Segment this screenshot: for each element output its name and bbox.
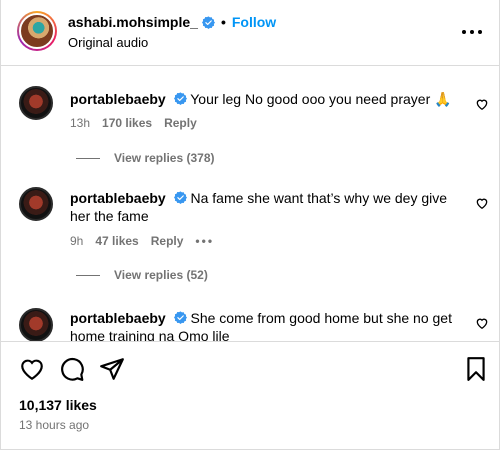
- comment-body: portablebaeby Na fame she want that’s wh…: [70, 189, 465, 225]
- author-line: ashabi.mohsimple_ • Follow: [68, 14, 276, 30]
- comment-like-icon[interactable]: [475, 316, 489, 330]
- view-replies-label: View replies (378): [114, 151, 215, 165]
- more-options-icon[interactable]: [461, 23, 483, 41]
- post-header: ashabi.mohsimple_ • Follow Original audi…: [1, 0, 500, 66]
- verified-badge-icon: [173, 191, 187, 204]
- reply-button[interactable]: Reply: [164, 116, 197, 130]
- author-username[interactable]: ashabi.mohsimple_: [68, 14, 198, 30]
- like-heart-icon[interactable]: [19, 356, 45, 382]
- comment-more-icon[interactable]: •••: [195, 234, 214, 248]
- post-timestamp[interactable]: 13 hours ago: [19, 418, 89, 432]
- verified-badge-icon: [173, 92, 187, 105]
- author-avatar[interactable]: [17, 11, 57, 51]
- follow-button[interactable]: Follow: [232, 14, 276, 30]
- comment-bubble-icon[interactable]: [59, 356, 85, 382]
- comment-time: 9h: [70, 234, 84, 248]
- replies-divider-line: [76, 157, 100, 159]
- commenter-avatar[interactable]: [19, 187, 53, 221]
- view-replies-button[interactable]: View replies (378): [76, 151, 215, 165]
- commenter-username[interactable]: portablebaeby: [70, 91, 166, 107]
- comment-meta: 13h 170 likes Reply: [70, 116, 197, 130]
- commenter-avatar[interactable]: [19, 86, 53, 120]
- verified-badge-icon: [173, 311, 187, 324]
- view-replies-button[interactable]: View replies (52): [76, 268, 208, 282]
- audio-label[interactable]: Original audio: [68, 35, 148, 50]
- comment-time: 13h: [70, 116, 91, 130]
- replies-divider-line: [76, 274, 100, 276]
- post-actions: 10,137 likes 13 hours ago: [1, 341, 500, 450]
- separator-dot: •: [220, 14, 226, 30]
- share-send-icon[interactable]: [99, 356, 125, 382]
- comment-text: Your leg No good ooo you need prayer 🙏: [190, 91, 452, 107]
- comment-likes[interactable]: 47 likes: [95, 234, 138, 248]
- comment-body: portablebaeby Your leg No good ooo you n…: [70, 90, 470, 108]
- commenter-username[interactable]: portablebaeby: [70, 310, 166, 326]
- comment-likes[interactable]: 170 likes: [102, 116, 152, 130]
- view-replies-label: View replies (52): [114, 268, 208, 282]
- comment-meta: 9h 47 likes Reply •••: [70, 234, 214, 248]
- likes-count[interactable]: 10,137 likes: [19, 397, 97, 413]
- comment-like-icon[interactable]: [475, 196, 489, 210]
- commenter-username[interactable]: portablebaeby: [70, 190, 166, 206]
- post-panel: ashabi.mohsimple_ • Follow Original audi…: [0, 0, 500, 450]
- commenter-avatar[interactable]: [19, 308, 53, 341]
- verified-badge-icon: [201, 15, 215, 29]
- comment-body: portablebaeby She come from good home bu…: [70, 309, 465, 341]
- comment-like-icon[interactable]: [475, 97, 489, 111]
- reply-button[interactable]: Reply: [151, 234, 184, 248]
- save-bookmark-icon[interactable]: [463, 356, 489, 382]
- comments-list: portablebaeby Your leg No good ooo you n…: [1, 66, 500, 341]
